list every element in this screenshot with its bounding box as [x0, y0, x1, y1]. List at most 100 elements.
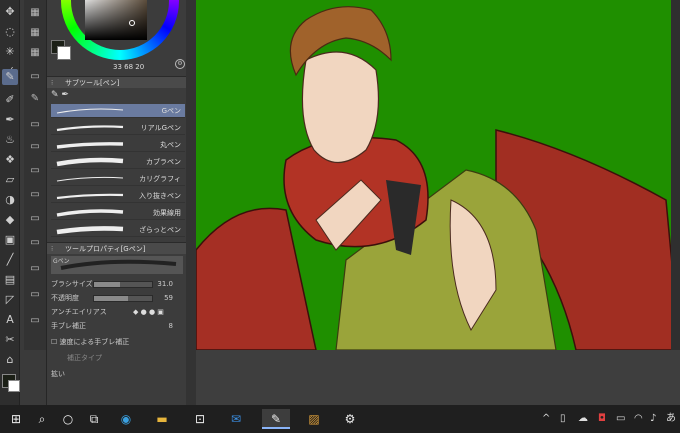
- device-icon[interactable]: ▯: [560, 412, 566, 426]
- pen-tool-icon[interactable]: ✎: [2, 69, 18, 85]
- figure-icon[interactable]: ╱: [2, 252, 18, 268]
- brush-item[interactable]: ざらっとペン: [51, 223, 185, 237]
- brush-size-fill: [94, 282, 121, 287]
- security-icon[interactable]: ◘: [598, 412, 606, 426]
- battery-icon[interactable]: ▭: [616, 412, 625, 426]
- grip-icon[interactable]: ⁝: [51, 77, 53, 89]
- text-tool-icon[interactable]: A: [2, 312, 18, 328]
- opacity-row[interactable]: 不透明度 59: [51, 292, 185, 304]
- subtool-group-column: ▦ ▦ ▦ ▭ ✎ ▭ ▭ ▭ ▭ ▭ ▭ ▭ ▭ ▭: [24, 0, 46, 350]
- brush-label: 入り抜きペン: [139, 192, 181, 200]
- color-picker-dot[interactable]: [129, 20, 135, 26]
- brush-tool-icon[interactable]: ✒: [2, 112, 18, 128]
- brush-size-value: 31.0: [157, 280, 173, 288]
- bottom-row[interactable]: 拡い: [51, 368, 185, 380]
- wifi-icon[interactable]: ◠: [634, 412, 643, 426]
- layer-icon[interactable]: ▭: [27, 262, 43, 276]
- language-icon[interactable]: あ: [666, 412, 676, 426]
- brush-stroke-preview: [56, 193, 124, 200]
- cloud-icon[interactable]: ☁: [578, 412, 588, 426]
- tool-property-header: ⁝ ツールプロパティ[Gペン]: [47, 242, 187, 254]
- mail-icon[interactable]: ✉: [226, 409, 246, 429]
- blend-icon[interactable]: ◑: [2, 192, 18, 208]
- brush-item[interactable]: Gペン: [51, 104, 185, 118]
- fill-icon[interactable]: ◆: [2, 212, 18, 228]
- pen-subgroup-icon[interactable]: ✎ ✒: [51, 90, 69, 100]
- gradient-icon[interactable]: ▣: [2, 232, 18, 248]
- palette-icon[interactable]: ▦: [27, 26, 43, 40]
- magic-wand-icon[interactable]: ✳: [2, 44, 18, 60]
- layer-icon[interactable]: ▭: [27, 118, 43, 132]
- brush-size-slider[interactable]: [93, 281, 153, 288]
- chevron-up-icon[interactable]: ^: [542, 412, 550, 426]
- brush-item[interactable]: 効果線用: [51, 206, 185, 220]
- checkbox-icon[interactable]: ☐: [51, 338, 57, 346]
- sub-color-mini[interactable]: [57, 46, 71, 60]
- bottom-label: 拡い: [51, 370, 65, 378]
- speed-stabilization-label: 速度による手ブレ補正: [59, 338, 130, 346]
- move-tool-icon[interactable]: ✥: [2, 4, 18, 20]
- search-icon[interactable]: ⌕: [32, 409, 52, 429]
- brush-item[interactable]: 丸ペン: [51, 138, 185, 152]
- canvas-scrollbar[interactable]: [671, 0, 680, 350]
- cortana-icon[interactable]: ○: [58, 409, 78, 429]
- brush-item[interactable]: カリグラフィ: [51, 172, 185, 186]
- volume-icon[interactable]: ♪: [650, 412, 656, 426]
- tool-property-title: ツールプロパティ[Gペン]: [65, 245, 146, 253]
- tool-bar: ✥ ◌ ✳ ⁄ ✎ ✐ ✒ ♨ ❖ ▱ ◑ ◆ ▣ ╱ ▤ ◸ A ✂ ⌂: [0, 0, 20, 405]
- pen-group-icon[interactable]: ✎: [27, 92, 43, 106]
- eraser-icon[interactable]: ▱: [2, 172, 18, 188]
- pencil-tool-icon[interactable]: ✐: [2, 92, 18, 108]
- palette-icon[interactable]: ▦: [27, 6, 43, 20]
- palette-icon[interactable]: ▦: [27, 46, 43, 60]
- stabilization-row[interactable]: 手ブレ補正 8: [51, 320, 185, 332]
- brush-item[interactable]: カブラペン: [51, 155, 185, 169]
- correct-line-icon[interactable]: ⌂: [2, 352, 18, 368]
- layer-icon[interactable]: ▭: [27, 164, 43, 178]
- color-settings-icon[interactable]: ⚙: [175, 59, 185, 69]
- antialias-options-icon[interactable]: ◆ ● ● ▣: [133, 306, 164, 318]
- store-icon[interactable]: ⊡: [190, 409, 210, 429]
- brush-stroke-preview: [56, 125, 124, 132]
- left-panel: 33 68 20 ⚙ ⁝ サブツール[ペン] ✎ ✒ Gペン リアルGペン 丸ペンカ…: [46, 0, 187, 405]
- color-square[interactable]: [85, 0, 147, 40]
- correction-type-label: 補正タイプ: [67, 354, 102, 362]
- layer-icon[interactable]: ▭: [27, 70, 43, 84]
- brush-label: 丸ペン: [160, 141, 181, 149]
- opacity-slider[interactable]: [93, 295, 153, 302]
- grip-icon[interactable]: ⁝: [51, 243, 53, 255]
- ruler-icon[interactable]: ◸: [2, 292, 18, 308]
- layer-icon[interactable]: ▭: [27, 236, 43, 250]
- balloon-icon[interactable]: ✂: [2, 332, 18, 348]
- paint-app-icon[interactable]: ▨: [304, 409, 324, 429]
- layer-icon[interactable]: ▭: [27, 140, 43, 154]
- brush-item[interactable]: 入り抜きペン: [51, 189, 185, 203]
- file-explorer-icon[interactable]: ▬: [152, 409, 172, 429]
- layer-icon[interactable]: ▭: [27, 314, 43, 328]
- opacity-fill: [94, 296, 129, 301]
- layer-icon[interactable]: ▭: [27, 212, 43, 226]
- lasso-tool-icon[interactable]: ◌: [2, 24, 18, 40]
- frame-icon[interactable]: ▤: [2, 272, 18, 288]
- edge-icon[interactable]: ◉: [116, 409, 136, 429]
- airbrush-icon[interactable]: ♨: [2, 132, 18, 148]
- antialias-row[interactable]: アンチエイリアス ◆ ● ● ▣: [51, 306, 185, 318]
- clip-studio-window: ✥ ◌ ✳ ⁄ ✎ ✐ ✒ ♨ ❖ ▱ ◑ ◆ ▣ ╱ ▤ ◸ A ✂ ⌂ ▦ …: [0, 0, 680, 405]
- brush-item[interactable]: リアルGペン: [51, 121, 185, 135]
- settings-icon[interactable]: ⚙: [340, 409, 360, 429]
- layer-icon[interactable]: ▭: [27, 288, 43, 302]
- sub-color-swatch[interactable]: [8, 380, 20, 392]
- layer-icon[interactable]: ▭: [27, 188, 43, 202]
- stabilization-value: 8: [168, 322, 173, 330]
- decoration-icon[interactable]: ❖: [2, 152, 18, 168]
- task-view-icon[interactable]: ⧉: [84, 409, 104, 429]
- brush-size-row[interactable]: ブラシサイズ 31.0: [51, 278, 185, 290]
- brush-label: カリグラフィ: [139, 175, 181, 183]
- correction-type-row[interactable]: 補正タイプ: [51, 352, 185, 364]
- windows-start-icon[interactable]: ⊞: [6, 409, 26, 429]
- canvas[interactable]: [196, 0, 680, 350]
- clip-studio-icon[interactable]: ✎: [262, 409, 290, 429]
- speed-stabilization-row[interactable]: ☐ 速度による手ブレ補正: [51, 336, 185, 348]
- brush-size-label: ブラシサイズ: [51, 280, 93, 288]
- panel-scrollbar[interactable]: [186, 0, 196, 405]
